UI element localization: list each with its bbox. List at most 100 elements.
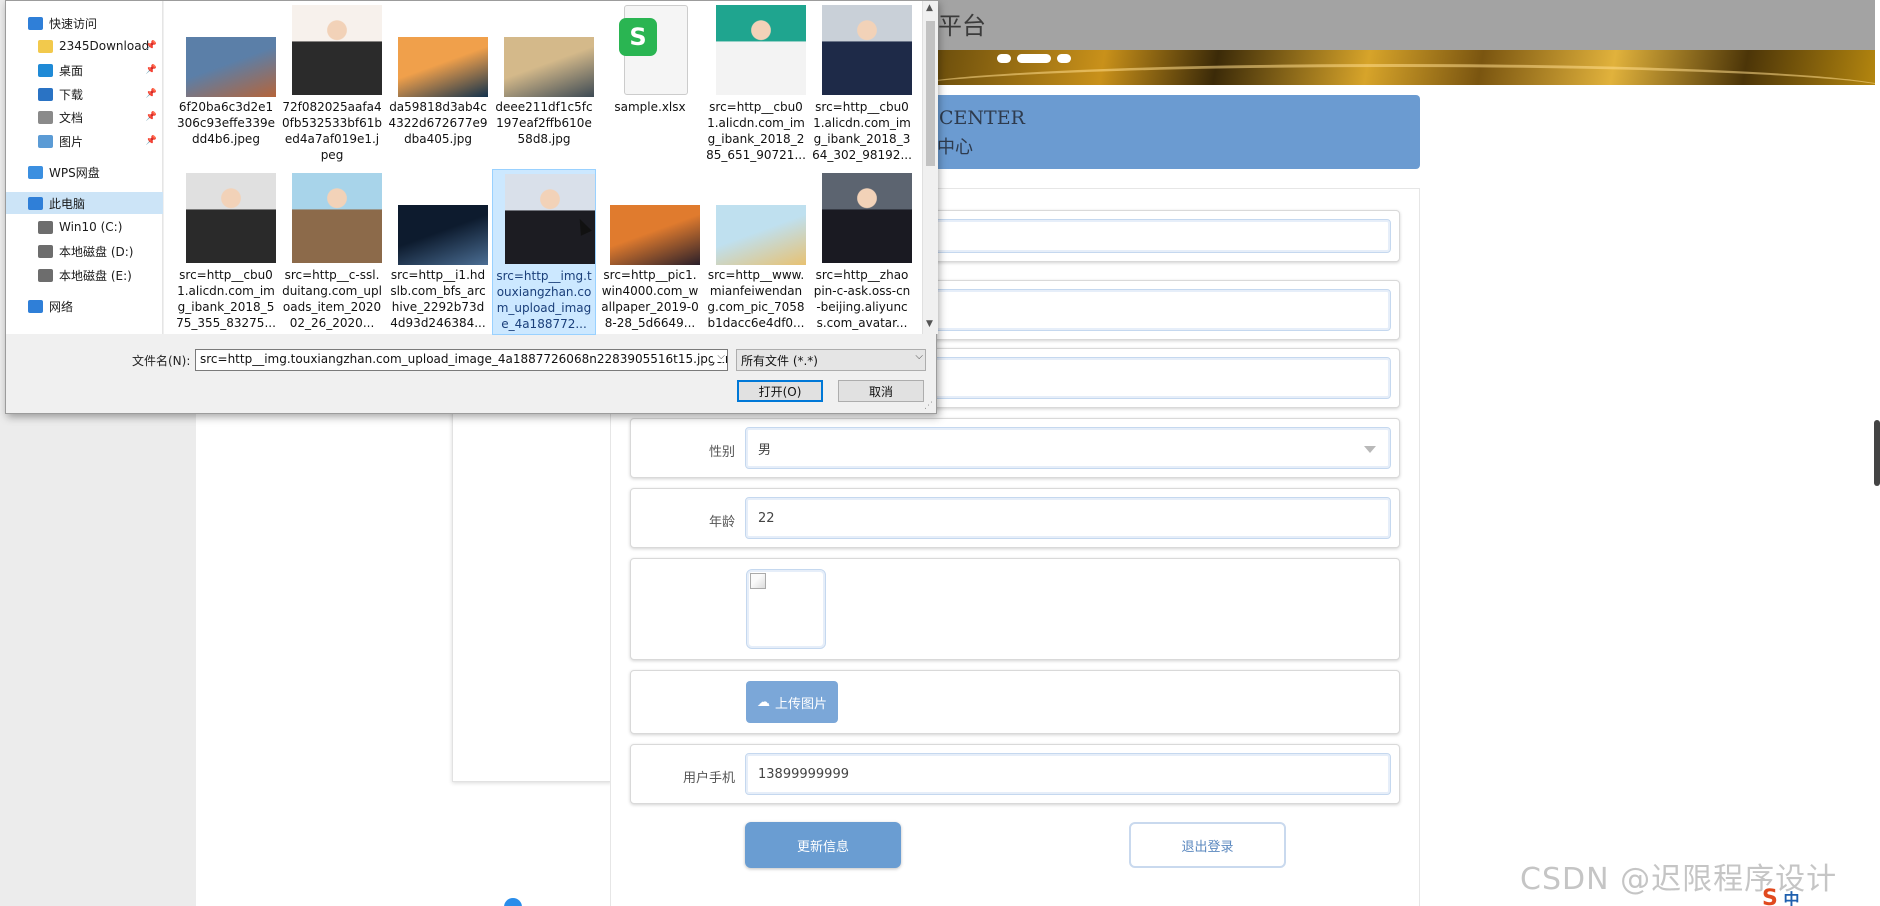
ime-indicator[interactable]: S 中 [1762,886,1799,906]
nav-item[interactable]: 网络 [6,295,163,317]
navigation-pane: 快速访问 2345Download 📌 桌面 📌 下载 📌 文档 📌 图片 📌 WPS网盘 此电脑 Win… [6,1,163,334]
star-icon [28,16,43,30]
banner-carousel [935,50,1875,85]
nav-item-label: 桌面 [59,63,84,78]
pin-icon: 📌 [145,89,157,99]
file-item[interactable]: da59818d3ab4c4322d672677e9dba405.jpg [386,1,490,167]
nav-item[interactable]: 下载 📌 [6,83,163,105]
carousel-dots[interactable] [997,54,1071,63]
file-name: deee211df1c5fc197eaf2ffb610e58d8.jpg [495,100,593,146]
file-item[interactable]: src=http__pic1.win4000.com_wallpaper_201… [598,169,702,335]
filetype-select[interactable]: 所有文件 (*.*) ⌵ [736,349,926,371]
gender-label: 性别 [708,445,735,460]
logout-button[interactable]: 退出登录 [1129,822,1286,868]
page-scrollbar[interactable] [1874,420,1880,486]
sunset-island-photo-thumbnail [398,37,488,97]
form-row-avatar [630,558,1400,660]
side-menu-card [452,410,612,782]
pin-icon: 📌 [145,65,157,75]
phone-value: 13899999999 [758,766,849,782]
nav-item[interactable]: 文档 📌 [6,106,163,128]
phone-label: 用户手机 [682,771,735,786]
nav-item[interactable]: 图片 📌 [6,130,163,152]
nav-item[interactable]: Win10 (C:) [6,216,163,238]
coastal-town-photo-thumbnail [186,37,276,97]
file-item[interactable]: deee211df1c5fc197eaf2ffb610e58d8.jpg [492,1,596,167]
file-item[interactable]: 6f20ba6c3d2e1306c93effe339edd4b6.jpeg [174,1,278,167]
file-item[interactable]: src=http__img.touxiangzhan.com_upload_im… [492,169,596,335]
carousel-dot[interactable] [1057,54,1071,63]
open-button[interactable]: 打开(O) [737,380,823,402]
avatar-preview [746,569,826,649]
center-title-cn: 中心 [937,137,973,158]
woman-black-suit-photo-thumbnail [186,173,276,263]
file-item[interactable]: 72f082025aafa40fb532533bf61bed4a7af019e1… [280,1,384,167]
file-name: src=http__cbu01.alicdn.com_img_ibank_201… [176,268,276,330]
document-icon [38,110,53,124]
filename-input[interactable]: src=http__img.touxiangzhan.com_upload_im… [195,349,728,371]
chevron-down-icon[interactable]: ⌵ [713,351,725,362]
nav-item[interactable]: 本地磁盘 (D:) [6,240,163,262]
nav-item[interactable]: 本地磁盘 (E:) [6,264,163,286]
nav-item-label: 下载 [59,87,84,102]
chevron-down-icon [1364,446,1376,453]
nav-item-label: 图片 [59,134,84,149]
file-name: src=http__i1.hdslb.com_bfs_archive_2292b… [390,268,486,330]
carousel-dot-active[interactable] [1017,54,1051,63]
desert-sunset-photo-thumbnail [610,205,700,265]
file-grid-scrollbar[interactable]: ▲ ▼ [922,1,938,334]
update-info-button[interactable]: 更新信息 [745,822,901,868]
file-name: 72f082025aafa40fb532533bf61bed4a7af019e1… [282,100,383,162]
carousel-dot[interactable] [997,54,1011,63]
folder-icon [38,39,53,53]
file-name: src=http__img.touxiangzhan.com_upload_im… [496,269,592,331]
scrollbar-thumb[interactable] [926,21,935,166]
gender-value: 男 [758,442,772,458]
file-open-dialog: 快速访问 2345Download 📌 桌面 📌 下载 📌 文档 📌 图片 📌 WPS网盘 此电脑 Win… [5,0,938,414]
file-item[interactable]: src=http__zhaopin-c-ask.oss-cn-beijing.a… [810,169,914,335]
file-item[interactable]: src=http__i1.hdslb.com_bfs_archive_2292b… [386,169,490,335]
nav-item[interactable]: 2345Download 📌 [6,35,163,57]
file-name: src=http__cbu01.alicdn.com_img_ibank_201… [812,100,912,162]
woman-navy-suit-photo-thumbnail [822,5,912,95]
wps-spreadsheet-icon-thumbnail: S [619,5,688,95]
scroll-down-icon[interactable]: ▼ [926,319,933,329]
filename-label: 文件名(N): [132,354,191,368]
site-header: 平台 [935,0,1875,50]
drive-icon [38,220,53,234]
scroll-up-icon[interactable]: ▲ [926,3,933,13]
resize-grip-icon[interactable]: ⋰ [924,401,933,411]
file-item[interactable]: src=http__cbu01.alicdn.com_img_ibank_201… [810,1,914,167]
nav-item-label: 本地磁盘 (E:) [59,268,132,283]
age-value: 22 [758,510,775,526]
nav-item-label: 此电脑 [49,196,86,211]
nav-item-label: Win10 (C:) [59,220,123,234]
nav-item-label: 网络 [49,299,74,314]
file-item[interactable]: src=http__cbu01.alicdn.com_img_ibank_201… [174,169,278,335]
phone-input[interactable]: 13899999999 [745,753,1391,795]
cloud-icon [28,165,43,179]
nav-item[interactable]: 桌面 📌 [6,59,163,81]
file-item[interactable]: src=http__www.mianfeiwendang.com_pic_705… [704,169,808,335]
age-input[interactable]: 22 [745,497,1391,539]
nav-item[interactable]: WPS网盘 [6,161,163,183]
cancel-button[interactable]: 取消 [838,380,924,402]
upload-image-button[interactable]: ☁ 上传图片 [746,681,838,723]
form-row-phone: 用户手机 13899999999 [630,744,1400,804]
file-name: 6f20ba6c3d2e1306c93effe339edd4b6.jpeg [176,100,276,146]
dark-blue-photo-thumbnail [398,205,488,265]
file-item[interactable]: src=http__c-ssl.duitang.com_uploads_item… [280,169,384,335]
picture-icon [38,134,53,148]
file-item[interactable]: Ssample.xlsx [598,1,702,167]
chevron-down-icon[interactable]: ⌵ [911,351,923,362]
age-label: 年龄 [708,515,735,530]
gender-select[interactable]: 男 [745,427,1391,469]
woman-dark-suit-photo-thumbnail [822,173,912,263]
file-item[interactable]: src=http__cbu01.alicdn.com_img_ibank_201… [704,1,808,167]
sogou-ime-icon: S [1762,886,1778,906]
nav-item[interactable]: 此电脑 [6,192,163,214]
file-name: src=http__pic1.win4000.com_wallpaper_201… [601,268,699,330]
cloud-upload-icon: ☁ [756,694,770,710]
nav-item[interactable]: 快速访问 [6,12,163,34]
filetype-value: 所有文件 (*.*) [741,354,818,368]
